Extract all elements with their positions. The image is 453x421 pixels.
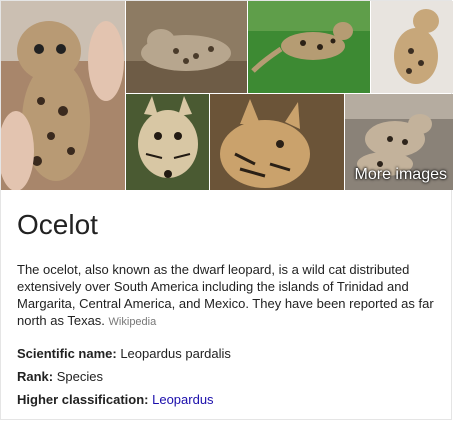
fact-label: Higher classification: — [17, 392, 149, 407]
ocelot-image-6[interactable] — [210, 94, 344, 190]
fact-label: Scientific name: — [17, 346, 117, 361]
wikipedia-source-link[interactable]: Wikipedia — [109, 316, 157, 328]
fact-value: Leopardus pardalis — [120, 346, 231, 361]
fact-value: Species — [56, 369, 103, 384]
fact-scientific-name: Scientific name: Leopardus pardalis — [17, 346, 231, 361]
knowledge-panel: More images Ocelot The ocelot, also know… — [0, 0, 453, 420]
ocelot-image-7[interactable]: More images — [345, 94, 453, 190]
ocelot-image-1[interactable] — [1, 1, 125, 190]
ocelot-image-3[interactable] — [248, 1, 370, 93]
ocelot-image-2[interactable] — [126, 1, 247, 93]
ocelot-image-4[interactable] — [371, 1, 453, 93]
entity-title: Ocelot — [17, 209, 98, 240]
fact-rank: Rank: Species — [17, 369, 103, 384]
fact-label: Rank: — [17, 369, 54, 384]
fact-higher-classification: Higher classification: Leopardus — [17, 392, 214, 407]
entity-description: The ocelot, also known as the dwarf leop… — [17, 261, 437, 331]
more-images-link[interactable]: More images — [355, 166, 447, 184]
ocelot-image-5[interactable] — [126, 94, 209, 190]
higher-classification-link[interactable]: Leopardus — [152, 392, 213, 407]
description-text: The ocelot, also known as the dwarf leop… — [17, 262, 434, 328]
